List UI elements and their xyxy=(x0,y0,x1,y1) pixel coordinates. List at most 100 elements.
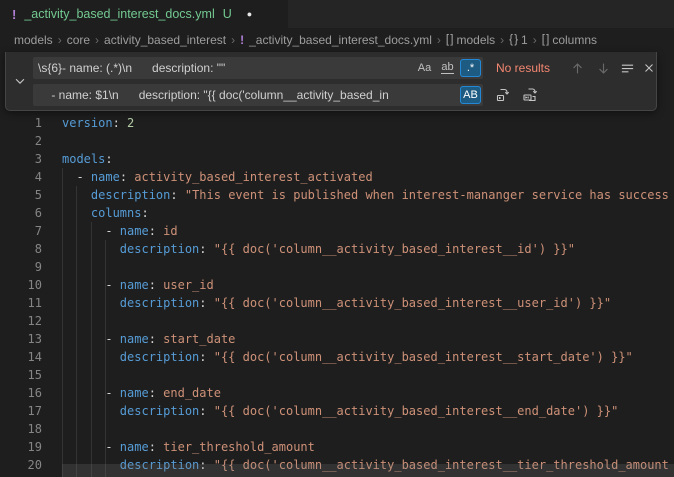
code-area[interactable]: version: 2 models: - name: activity_base… xyxy=(62,114,669,474)
breadcrumb-item-1[interactable]: { } 1 xyxy=(509,33,528,47)
code-token: name xyxy=(120,224,149,238)
code-line-6[interactable]: columns: xyxy=(62,204,669,222)
code-token: : xyxy=(105,152,112,166)
breadcrumb-item-models[interactable]: models xyxy=(14,33,53,47)
code-line-9[interactable] xyxy=(62,258,669,276)
code-line-11[interactable]: description: "{{ doc('column__activity_b… xyxy=(62,294,669,312)
arrow-up-icon xyxy=(570,61,585,76)
code-token: description xyxy=(120,296,199,310)
line-number-gutter: 1234567891011121314151617181920 xyxy=(0,114,42,474)
previous-match-button[interactable] xyxy=(566,57,588,79)
code-line-17[interactable]: description: "{{ doc('column__activity_b… xyxy=(62,402,669,420)
replace-input[interactable]: - name: $1\n description: "{{ doc('colum… xyxy=(33,84,483,106)
code-line-16[interactable]: - name: end_date xyxy=(62,384,669,402)
code-token: : xyxy=(199,350,213,364)
code-token: : xyxy=(149,278,163,292)
preserve-case-toggle[interactable]: AB xyxy=(460,86,481,104)
line-number: 11 xyxy=(0,294,42,312)
code-token: version xyxy=(62,116,113,130)
line-number: 4 xyxy=(0,168,42,186)
code-line-19[interactable]: - name: tier_threshold_amount xyxy=(62,438,669,456)
yaml-file-icon: ! xyxy=(12,7,16,22)
editor-tab[interactable]: ! _activity_based_interest_docs.yml U ● xyxy=(0,0,288,28)
code-line-2[interactable] xyxy=(62,132,669,150)
breadcrumb-label: core xyxy=(67,33,90,47)
selection-icon xyxy=(620,61,635,76)
code-token: "{{ doc('column__activity_based_interest… xyxy=(214,242,575,256)
line-number: 3 xyxy=(0,150,42,168)
code-token: - xyxy=(62,224,120,238)
code-token: : xyxy=(199,296,213,310)
code-token: id xyxy=(163,224,177,238)
code-line-8[interactable]: description: "{{ doc('column__activity_b… xyxy=(62,240,669,258)
code-token: : xyxy=(149,440,163,454)
line-number: 12 xyxy=(0,312,42,330)
code-line-1[interactable]: version: 2 xyxy=(62,114,669,132)
replace-button[interactable] xyxy=(492,84,514,106)
breadcrumb-label: 1 xyxy=(521,33,528,47)
code-line-18[interactable] xyxy=(62,420,669,438)
code-token: activity_based_interest_activated xyxy=(134,170,372,184)
code-token xyxy=(62,188,91,202)
code-token: description xyxy=(91,188,170,202)
breadcrumb-item-models[interactable]: [ ]models xyxy=(446,33,495,47)
match-case-label: Aa xyxy=(418,62,431,74)
code-token: end_date xyxy=(163,386,221,400)
code-line-13[interactable]: - name: start_date xyxy=(62,330,669,348)
toggle-replace-button[interactable] xyxy=(8,54,32,107)
breadcrumb-item-columns[interactable]: [ ]columns xyxy=(542,33,597,47)
code-line-4[interactable]: - name: activity_based_interest_activate… xyxy=(62,168,669,186)
line-number: 7 xyxy=(0,222,42,240)
find-input-value[interactable]: \s{6}- name: (.*)\n description: "" xyxy=(33,61,414,75)
code-line-5[interactable]: description: "This event is published wh… xyxy=(62,186,669,204)
modified-dot-icon[interactable]: ● xyxy=(247,9,252,19)
line-number: 15 xyxy=(0,366,42,384)
code-line-12[interactable] xyxy=(62,312,669,330)
code-token: : xyxy=(199,404,213,418)
git-status-badge: U xyxy=(223,7,232,21)
breadcrumb-item-activity_based_interest[interactable]: activity_based_interest xyxy=(104,33,226,47)
breadcrumb-item-core[interactable]: core xyxy=(67,33,90,47)
code-token: name xyxy=(91,170,120,184)
code-token: tier_threshold_amount xyxy=(163,440,315,454)
replace-all-button[interactable] xyxy=(519,84,541,106)
line-number: 10 xyxy=(0,276,42,294)
editor-pane[interactable]: 1234567891011121314151617181920 version:… xyxy=(0,52,674,477)
breadcrumb-separator: › xyxy=(231,33,235,47)
line-number: 9 xyxy=(0,258,42,276)
code-token: - xyxy=(62,278,120,292)
breadcrumb-item-_activity_based_interest_docs.yml[interactable]: !_activity_based_interest_docs.yml xyxy=(240,33,432,47)
tab-bar: ! _activity_based_interest_docs.yml U ● xyxy=(0,0,674,28)
code-token: name xyxy=(120,278,149,292)
regex-toggle[interactable]: .* xyxy=(460,59,481,77)
replace-all-icon xyxy=(522,87,538,103)
horizontal-scrollbar[interactable] xyxy=(62,464,674,477)
code-token: description xyxy=(120,242,199,256)
code-line-3[interactable]: models: xyxy=(62,150,669,168)
code-line-15[interactable] xyxy=(62,366,669,384)
code-token: "{{ doc('column__activity_based_interest… xyxy=(214,404,619,418)
replace-icon xyxy=(495,87,511,103)
breadcrumb-label: activity_based_interest xyxy=(104,33,226,47)
code-token xyxy=(62,296,120,310)
code-line-10[interactable]: - name: user_id xyxy=(62,276,669,294)
object-symbol-icon: { } xyxy=(509,34,517,46)
whole-word-toggle[interactable]: ab xyxy=(437,59,458,77)
find-in-selection-button[interactable] xyxy=(616,57,638,79)
breadcrumb-separator: › xyxy=(533,33,537,47)
find-input[interactable]: \s{6}- name: (.*)\n description: "" Aa a… xyxy=(33,57,483,79)
replace-input-value[interactable]: - name: $1\n description: "{{ doc('colum… xyxy=(33,88,460,102)
code-token: name xyxy=(120,386,149,400)
code-token: : xyxy=(113,116,127,130)
code-token: : xyxy=(149,386,163,400)
code-token: user_id xyxy=(163,278,214,292)
code-token: description xyxy=(120,350,199,364)
code-token: columns xyxy=(91,206,142,220)
close-find-widget-button[interactable] xyxy=(638,57,660,79)
next-match-button[interactable] xyxy=(592,57,614,79)
match-case-toggle[interactable]: Aa xyxy=(414,59,435,77)
close-icon xyxy=(642,61,656,75)
code-line-14[interactable]: description: "{{ doc('column__activity_b… xyxy=(62,348,669,366)
code-line-7[interactable]: - name: id xyxy=(62,222,669,240)
code-token: : xyxy=(141,206,148,220)
